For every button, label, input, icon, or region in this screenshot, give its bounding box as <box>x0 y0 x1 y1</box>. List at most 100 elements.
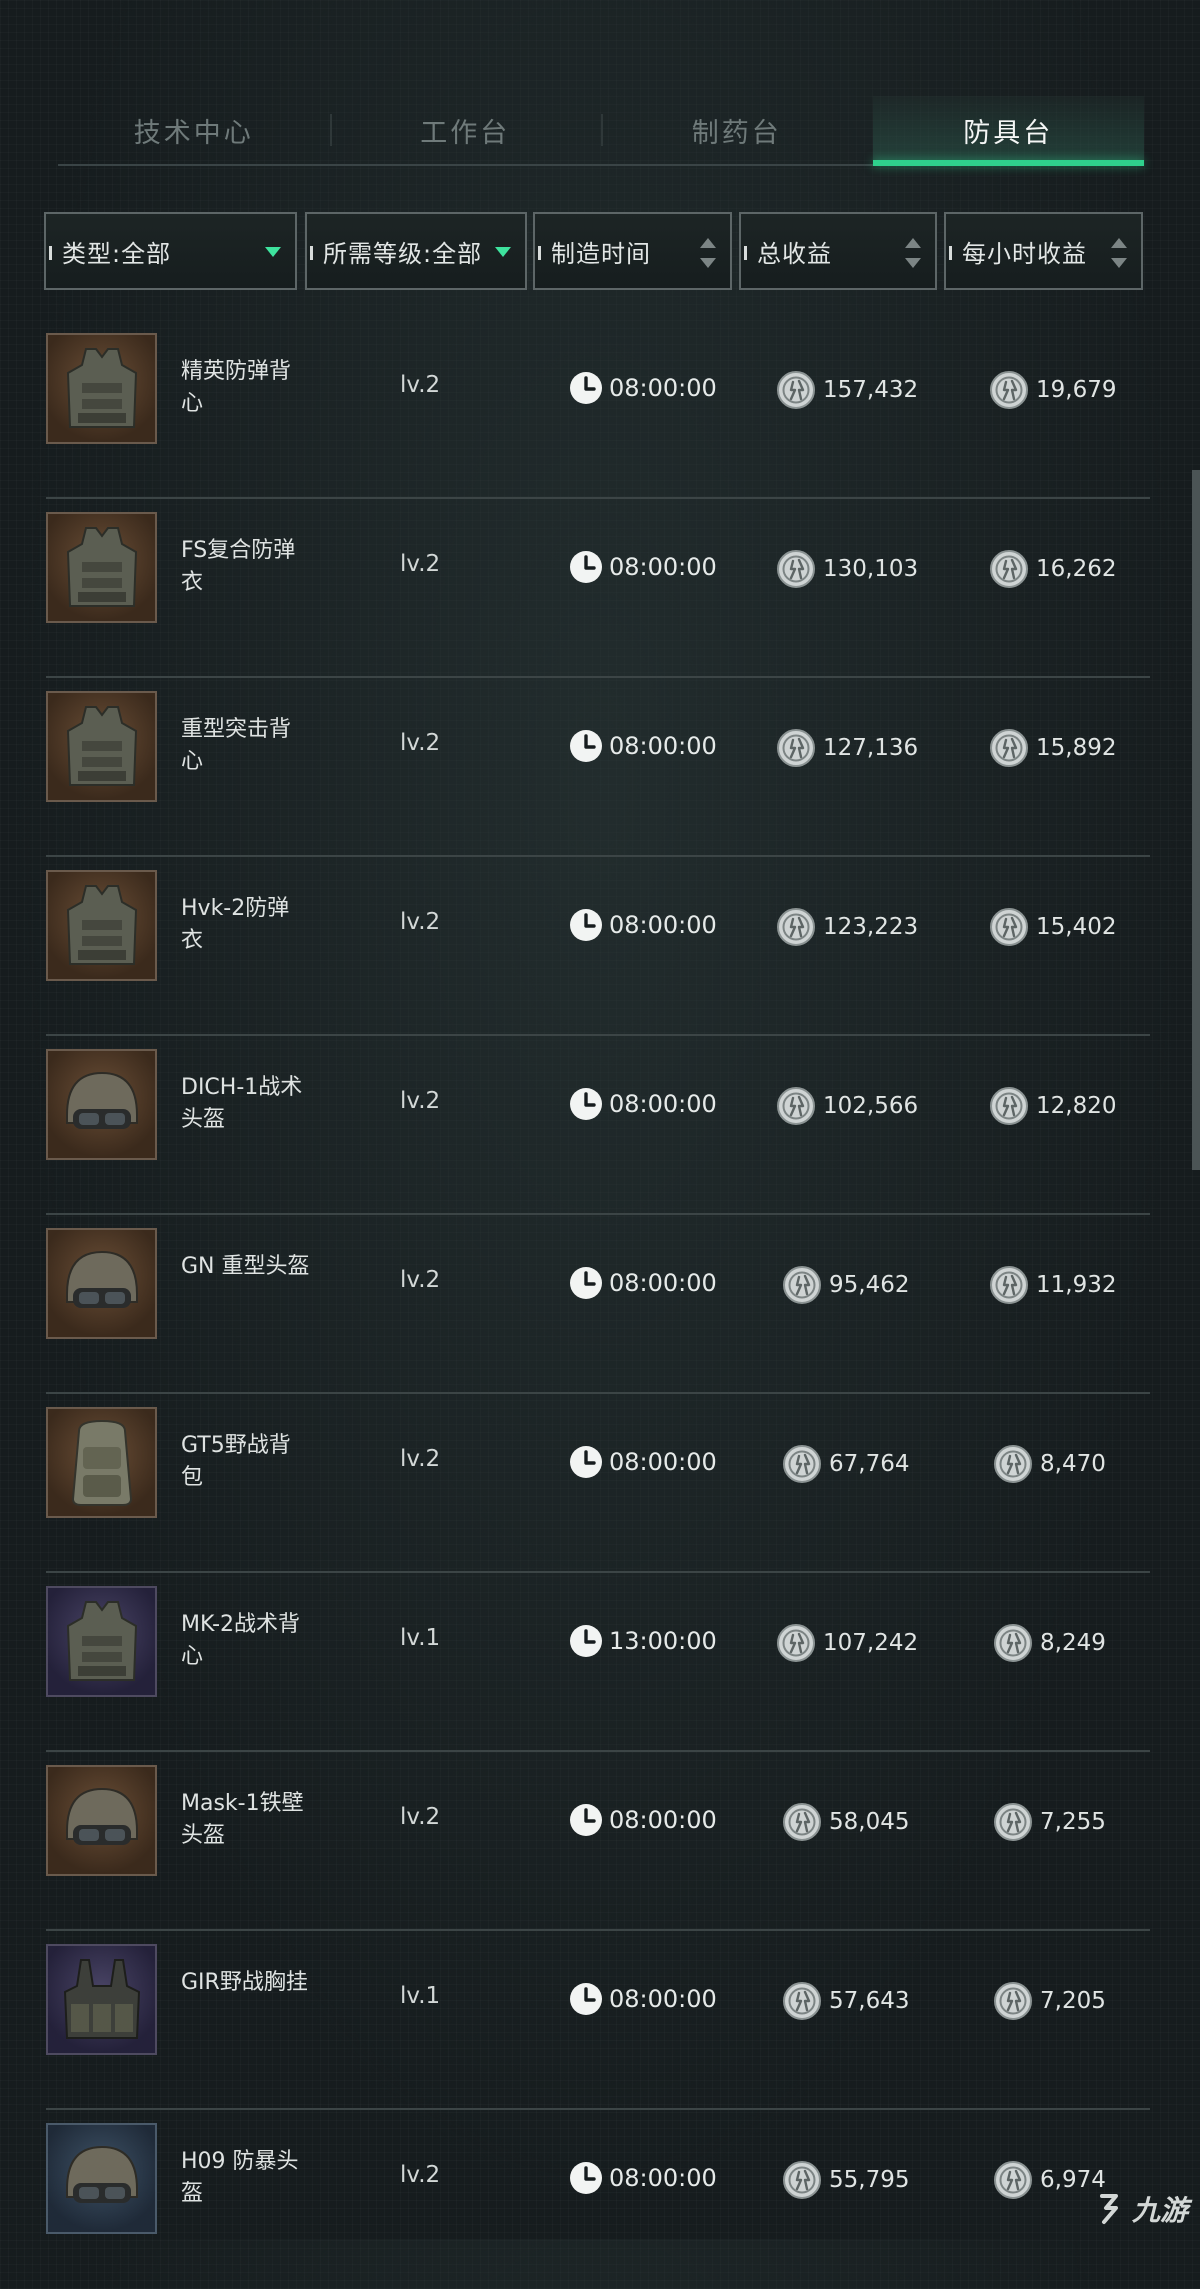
total-profit-value: 107,242 <box>823 1630 919 1656</box>
hourly-profit-value: 15,892 <box>1036 735 1117 761</box>
list-item[interactable]: GN 重型头盔 lv.2 08:00:00 95,462 11,932 <box>0 1215 1200 1394</box>
coin-icon <box>990 908 1028 946</box>
helmet-icon <box>46 2123 157 2234</box>
item-level: lv.2 <box>400 909 441 935</box>
vest-icon <box>46 512 157 623</box>
item-name: DICH-1战术头盔 <box>181 1075 303 1132</box>
hourly-profit: 8,470 <box>994 1445 1106 1483</box>
clock-icon <box>570 551 602 583</box>
hourly-profit: 15,892 <box>990 729 1116 767</box>
total-profit-value: 130,103 <box>823 556 919 582</box>
coin-icon <box>990 1087 1028 1125</box>
item-name: GN 重型头盔 <box>181 1254 310 1279</box>
craft-time: 08:00:00 <box>569 1445 717 1479</box>
total-profit-value: 55,795 <box>829 2167 910 2193</box>
craft-time-value: 08:00:00 <box>609 1090 717 1118</box>
hourly-profit: 6,974 <box>994 2161 1106 2199</box>
type-filter-dropdown[interactable]: 类型:全部 <box>44 212 297 290</box>
coin-icon <box>777 371 815 409</box>
total-profit-value: 67,764 <box>829 1451 910 1477</box>
tab-pharmacy[interactable]: 制药台 <box>601 96 873 164</box>
vest-icon <box>46 691 157 802</box>
craft-time-value: 08:00:00 <box>609 1269 717 1297</box>
coin-icon <box>783 2161 821 2199</box>
craft-time-value: 08:00:00 <box>609 1806 717 1834</box>
level-filter-label: 所需等级:全部 <box>323 239 483 268</box>
total-profit: 123,223 <box>777 908 918 946</box>
list-item[interactable]: 重型突击背心 lv.2 08:00:00 127,136 15,892 <box>0 678 1200 857</box>
tab-armor-bench[interactable]: 防具台 <box>872 96 1144 166</box>
sort-by-time-button[interactable]: 制造时间 <box>533 212 732 290</box>
sort-icon <box>700 238 716 268</box>
clock-icon <box>570 1625 602 1657</box>
craft-time-value: 08:00:00 <box>609 1985 717 2013</box>
tab-tech-center[interactable]: 技术中心 <box>58 96 330 164</box>
list-item[interactable]: MK-2战术背心 lv.1 13:00:00 107,242 8,249 <box>0 1573 1200 1752</box>
list-item[interactable]: FS复合防弹衣 lv.2 08:00:00 130,103 16,262 <box>0 499 1200 678</box>
clock-icon <box>570 730 602 762</box>
total-profit: 157,432 <box>777 371 918 409</box>
chest-rig-icon <box>46 1944 157 2055</box>
craft-time: 08:00:00 <box>569 550 717 584</box>
tab-bar: 技术中心 工作台 制药台 防具台 <box>58 96 1144 166</box>
coin-icon <box>777 550 815 588</box>
list-item[interactable]: GIR野战胸挂 lv.1 08:00:00 57,643 7,205 <box>0 1931 1200 2110</box>
scrollbar[interactable] <box>1192 470 1200 1170</box>
clock-icon <box>570 1804 602 1836</box>
clock-icon <box>570 372 602 404</box>
coin-icon <box>994 1445 1032 1483</box>
time-sort-label: 制造时间 <box>551 239 651 268</box>
hourly-profit: 19,679 <box>990 371 1116 409</box>
coin-icon <box>990 729 1028 767</box>
hourly-profit-value: 7,255 <box>1040 1809 1106 1835</box>
sort-by-total-button[interactable]: 总收益 <box>739 212 937 290</box>
hourly-profit-value: 16,262 <box>1036 556 1117 582</box>
item-level: lv.1 <box>400 1625 441 1651</box>
tab-workbench[interactable]: 工作台 <box>329 96 602 164</box>
helmet-icon <box>46 1765 157 1876</box>
clock-icon <box>570 1983 602 2015</box>
item-name: 精英防弹背心 <box>181 359 292 416</box>
watermark-text: 九游 <box>1131 2194 1188 2227</box>
coin-icon <box>994 1982 1032 2020</box>
item-name: H09 防暴头盔 <box>181 2149 299 2206</box>
item-name: Hvk-2防弹衣 <box>181 896 290 953</box>
dropdown-arrow-icon <box>495 247 511 257</box>
craft-time-value: 08:00:00 <box>609 374 717 402</box>
item-level: lv.2 <box>400 1804 441 1830</box>
vest-icon <box>46 333 157 444</box>
list-item[interactable]: GT5野战背包 lv.2 08:00:00 67,764 8,470 <box>0 1394 1200 1573</box>
total-profit-value: 123,223 <box>823 914 919 940</box>
helmet-icon <box>46 1049 157 1160</box>
craft-time: 08:00:00 <box>569 2161 717 2195</box>
total-profit-value: 127,136 <box>823 735 919 761</box>
list-item[interactable]: 精英防弹背心 lv.2 08:00:00 157,432 19,679 <box>0 320 1200 499</box>
coin-icon <box>783 1445 821 1483</box>
total-profit-value: 102,566 <box>823 1093 919 1119</box>
clock-icon <box>570 1446 602 1478</box>
craft-time: 08:00:00 <box>569 729 717 763</box>
list-item[interactable]: DICH-1战术头盔 lv.2 08:00:00 102,566 12,820 <box>0 1036 1200 1215</box>
hourly-profit: 12,820 <box>990 1087 1116 1125</box>
clock-icon <box>570 1267 602 1299</box>
coin-icon <box>777 1624 815 1662</box>
level-filter-dropdown[interactable]: 所需等级:全部 <box>305 212 527 290</box>
list-item[interactable]: H09 防暴头盔 lv.2 08:00:00 55,795 6,974 <box>0 2110 1200 2289</box>
type-filter-label: 类型:全部 <box>62 239 172 268</box>
helmet-icon <box>46 1228 157 1339</box>
coin-icon <box>777 908 815 946</box>
item-level: lv.2 <box>400 372 441 398</box>
item-level: lv.2 <box>400 2162 441 2188</box>
list-item[interactable]: Mask-1铁壁头盔 lv.2 08:00:00 58,045 7,255 <box>0 1752 1200 1931</box>
total-profit: 58,045 <box>783 1803 909 1841</box>
item-level: lv.2 <box>400 551 441 577</box>
total-profit: 127,136 <box>777 729 918 767</box>
craft-time-value: 08:00:00 <box>609 1448 717 1476</box>
list-item[interactable]: Hvk-2防弹衣 lv.2 08:00:00 123,223 15,402 <box>0 857 1200 1036</box>
total-sort-label: 总收益 <box>757 239 832 268</box>
coin-icon <box>990 1266 1028 1304</box>
item-level: lv.2 <box>400 730 441 756</box>
item-name: 重型突击背心 <box>181 717 292 774</box>
sort-by-hourly-button[interactable]: 每小时收益 <box>944 212 1143 290</box>
clock-icon <box>570 2162 602 2194</box>
